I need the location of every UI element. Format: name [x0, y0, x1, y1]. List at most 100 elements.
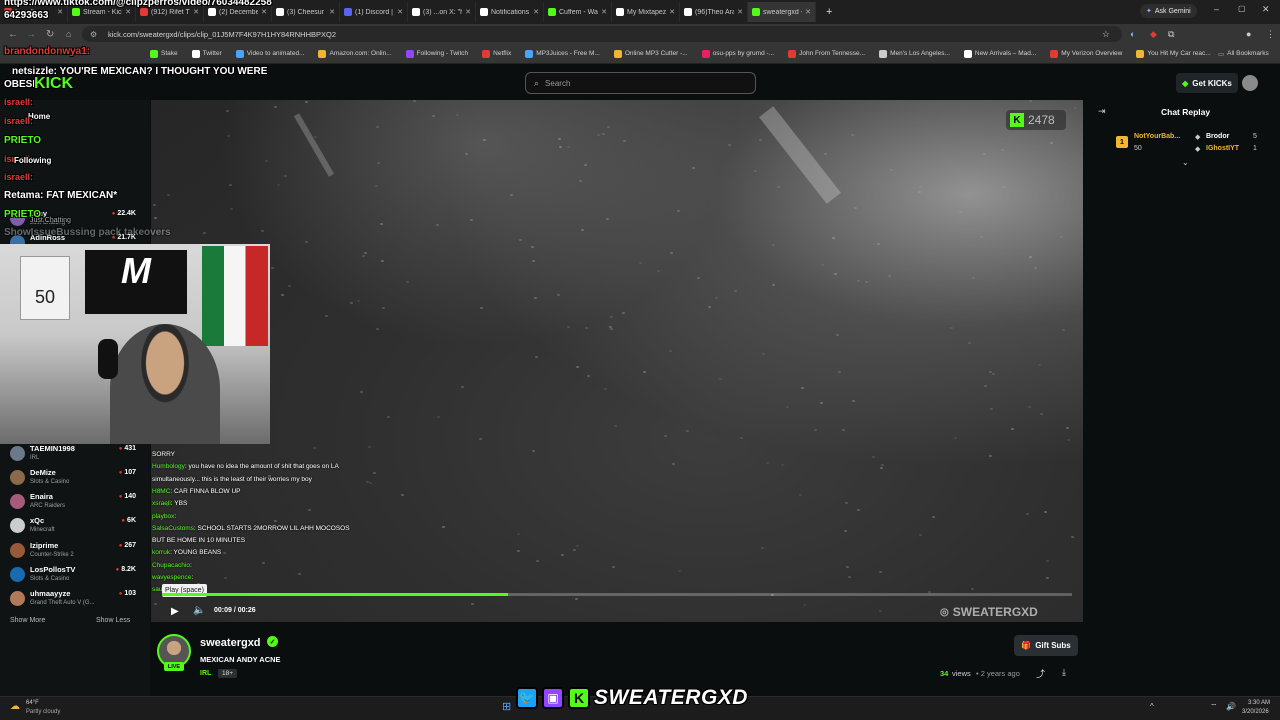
extension-icon-2[interactable]: ◆: [1150, 29, 1157, 40]
show-less-button[interactable]: Show Less: [96, 617, 130, 624]
tray-up-icon[interactable]: ^: [1150, 702, 1154, 711]
bookmark-favicon: [1136, 49, 1145, 58]
asphalt-speck: [848, 576, 851, 578]
reload-icon[interactable]: ↻: [46, 29, 54, 40]
close-tab-icon[interactable]: ✕: [737, 8, 743, 16]
asphalt-speck: [814, 429, 817, 431]
close-tab-icon[interactable]: ✕: [329, 8, 335, 16]
bookmark-star-icon[interactable]: ☆: [1102, 29, 1110, 40]
bookmark-item[interactable]: Stake: [150, 49, 178, 58]
asphalt-speck: [517, 533, 520, 535]
sidebar-channel-item[interactable]: Enaira ARC Raiders 140: [8, 491, 136, 515]
bookmark-item[interactable]: Men's Los Angeles...: [879, 49, 950, 58]
bookmark-item[interactable]: Amazon.com: Onlin...: [318, 49, 392, 58]
play-button[interactable]: ▶: [171, 606, 179, 617]
volume-icon[interactable]: 🔈: [193, 605, 205, 616]
bookmark-item[interactable]: Twitter: [191, 49, 222, 58]
bookmark-item[interactable]: John From Tennesse...: [788, 49, 865, 58]
browser-tab[interactable]: Cuffem - Watch✕: [544, 2, 612, 22]
bookmark-item[interactable]: You Hit My Car reac...: [1136, 49, 1211, 58]
back-icon[interactable]: ←: [8, 29, 18, 40]
sidebar-channel-item[interactable]: LosPollosTV Slots & Casino 8.2K: [8, 564, 136, 588]
browser-tab[interactable]: My Mixtapez on✕: [612, 2, 680, 22]
bookmark-item[interactable]: MP3Juices - Free M...: [525, 49, 600, 58]
sidebar-channel-item[interactable]: DeMize Slots & Casino 107: [8, 467, 136, 491]
following-nav[interactable]: Following: [14, 156, 51, 165]
close-tab-icon[interactable]: ✕: [533, 8, 539, 16]
posted-time: • 2 years ago: [976, 669, 1020, 678]
gift-subs-button[interactable]: 🎁 Gift Subs: [1014, 635, 1078, 656]
new-tab-button[interactable]: +: [826, 6, 832, 18]
asphalt-speck: [167, 194, 170, 196]
get-kicks-button[interactable]: ◆ Get KICKs: [1176, 73, 1238, 93]
extension-icon[interactable]: ◐: [1130, 29, 1135, 39]
download-icon[interactable]: ⤓: [1062, 667, 1066, 678]
maximize-icon[interactable]: ▢: [1238, 4, 1246, 13]
kick-logo[interactable]: KICK: [34, 75, 73, 93]
close-tab-icon[interactable]: ✕: [601, 8, 607, 16]
asphalt-speck: [154, 217, 157, 219]
close-tab-icon[interactable]: ✕: [193, 8, 199, 16]
search-input[interactable]: ⌕ Search: [525, 72, 756, 94]
minimize-icon[interactable]: –: [1214, 4, 1219, 14]
overlay-chat-text: BUT BE HOME IN 10 MINUTES: [152, 537, 246, 545]
close-tab-icon[interactable]: ✕: [125, 8, 131, 16]
asphalt-speck: [456, 114, 459, 116]
extensions-icon[interactable]: ⧉: [1168, 29, 1174, 40]
bookmark-item[interactable]: Netflix: [482, 49, 511, 58]
collapse-chat-icon[interactable]: ⇥: [1098, 106, 1106, 117]
home-icon[interactable]: ⌂: [66, 29, 71, 39]
bookmark-item[interactable]: Video to animated...: [235, 49, 304, 58]
browser-tab[interactable]: Notifications / X✕: [476, 2, 544, 22]
close-tab-icon[interactable]: ✕: [261, 8, 267, 16]
url-field[interactable]: ⚙ kick.com/sweatergxd/clips/clip_01J5M7F…: [82, 26, 1122, 42]
sidebar-channel-item[interactable]: Iziprime Counter-Strike 2 267: [8, 540, 136, 564]
bookmark-item[interactable]: My Verizon Overview: [1050, 49, 1122, 58]
close-window-icon[interactable]: ✕: [1262, 4, 1270, 15]
network-icon[interactable]: ⌔: [1210, 702, 1218, 712]
channel-name[interactable]: sweatergxd: [200, 637, 261, 649]
user-avatar[interactable]: [1242, 75, 1258, 91]
close-tab-icon[interactable]: ✕: [805, 8, 811, 16]
sidebar-channel-item[interactable]: uhmaayyze Grand Theft Auto V (G... 103: [8, 588, 136, 612]
close-tab-icon[interactable]: ✕: [57, 8, 63, 16]
close-tab-icon[interactable]: ✕: [669, 8, 675, 16]
site-info-icon[interactable]: ⚙: [90, 30, 97, 39]
asphalt-speck: [959, 211, 962, 213]
show-more-button[interactable]: Show More: [10, 617, 45, 624]
close-tab-icon[interactable]: ✕: [397, 8, 403, 16]
asphalt-speck: [480, 307, 483, 309]
bookmark-item[interactable]: osu-pps by grumd -...: [701, 49, 774, 58]
close-tab-icon[interactable]: ✕: [465, 8, 471, 16]
volume-tray-icon[interactable]: 🔊: [1226, 702, 1236, 711]
all-bookmarks[interactable]: ▭ All Bookmarks: [1218, 50, 1269, 58]
bookmark-item[interactable]: Online MP3 Cutter -...: [613, 49, 688, 58]
asphalt-speck: [531, 246, 534, 248]
ask-gemini-button[interactable]: ✦ Ask Gemini: [1140, 4, 1197, 18]
profile-icon[interactable]: ●: [1246, 29, 1251, 39]
sidebar-channel-item[interactable]: TAEMIN1998 IRL 431: [8, 443, 136, 467]
leader-2-amount: 5: [1253, 133, 1257, 140]
channel-viewers: 140: [119, 493, 136, 500]
asphalt-speck: [377, 162, 380, 164]
asphalt-speck: [153, 204, 156, 206]
menu-icon[interactable]: ⋮: [1266, 29, 1275, 40]
asphalt-speck: [567, 146, 570, 148]
asphalt-speck: [223, 552, 226, 554]
browser-tab[interactable]: (3) ...on X: "https:✕: [408, 2, 476, 22]
category-tag[interactable]: IRL: [200, 670, 211, 677]
browser-tab[interactable]: sweatergxd - Wa✕: [748, 2, 816, 22]
share-icon[interactable]: ⤴: [1036, 667, 1045, 680]
bookmark-item[interactable]: New Arrivals – Mad...: [963, 49, 1036, 58]
browser-tab[interactable]: (96)Theo Araujo✕: [680, 2, 748, 22]
sidebar-channel-item[interactable]: xQc Minecraft 6K: [8, 515, 136, 539]
asphalt-speck: [803, 604, 806, 606]
forward-icon[interactable]: →: [26, 29, 36, 40]
bookmark-item[interactable]: Following - Twitch: [405, 49, 468, 58]
browser-tab[interactable]: (1) Discord | ✕: [340, 2, 408, 22]
start-icon[interactable]: ⊞: [502, 700, 511, 713]
browser-tab[interactable]: (3) Cheesur Repo✕: [272, 2, 340, 22]
expand-leaderboard-icon[interactable]: ⌄: [1182, 158, 1189, 167]
seek-bar[interactable]: [162, 593, 1072, 596]
video-player[interactable]: [151, 100, 1083, 622]
